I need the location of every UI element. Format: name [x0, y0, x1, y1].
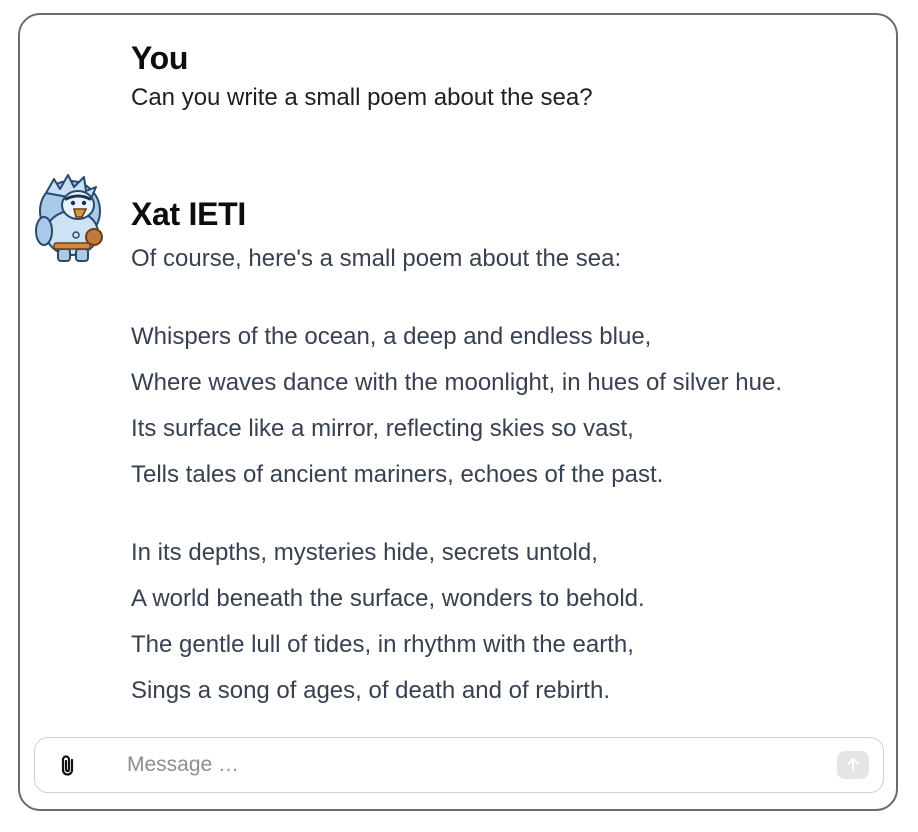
send-button[interactable] — [837, 751, 869, 779]
chat-window: You Can you write a small poem about the… — [18, 13, 898, 811]
poem-line: Sings a song of ages, of death and of re… — [131, 677, 610, 704]
poem-line: In its depths, mysteries hide, secrets u… — [131, 539, 598, 566]
poem-line: Its surface like a mirror, reflecting sk… — [131, 415, 634, 442]
poem-line: Where waves dance with the moonlight, in… — [131, 369, 783, 396]
poem-stanza-2: In its depths, mysteries hide, secrets u… — [131, 530, 876, 714]
user-message-text: Can you write a small poem about the sea… — [131, 84, 593, 111]
user-message: You Can you write a small poem about the… — [131, 40, 876, 120]
arrow-up-icon — [846, 756, 860, 775]
message-composer — [34, 737, 884, 793]
message-input[interactable] — [127, 746, 817, 784]
assistant-message: Xat IETI Of course, here's a small poem … — [131, 196, 876, 714]
poem-line: Whispers of the ocean, a deep and endles… — [131, 323, 652, 350]
poem-line: Tells tales of ancient mariners, echoes … — [131, 461, 664, 488]
assistant-name: Xat IETI — [131, 196, 246, 232]
poem-line: A world beneath the surface, wonders to … — [131, 585, 645, 612]
yeti-avatar — [32, 171, 104, 267]
paperclip-icon[interactable] — [57, 754, 79, 778]
user-name: You — [131, 40, 189, 76]
poem-stanza-1: Whispers of the ocean, a deep and endles… — [131, 314, 876, 498]
poem-line: The gentle lull of tides, in rhythm with… — [131, 631, 634, 658]
assistant-intro: Of course, here's a small poem about the… — [131, 245, 622, 272]
